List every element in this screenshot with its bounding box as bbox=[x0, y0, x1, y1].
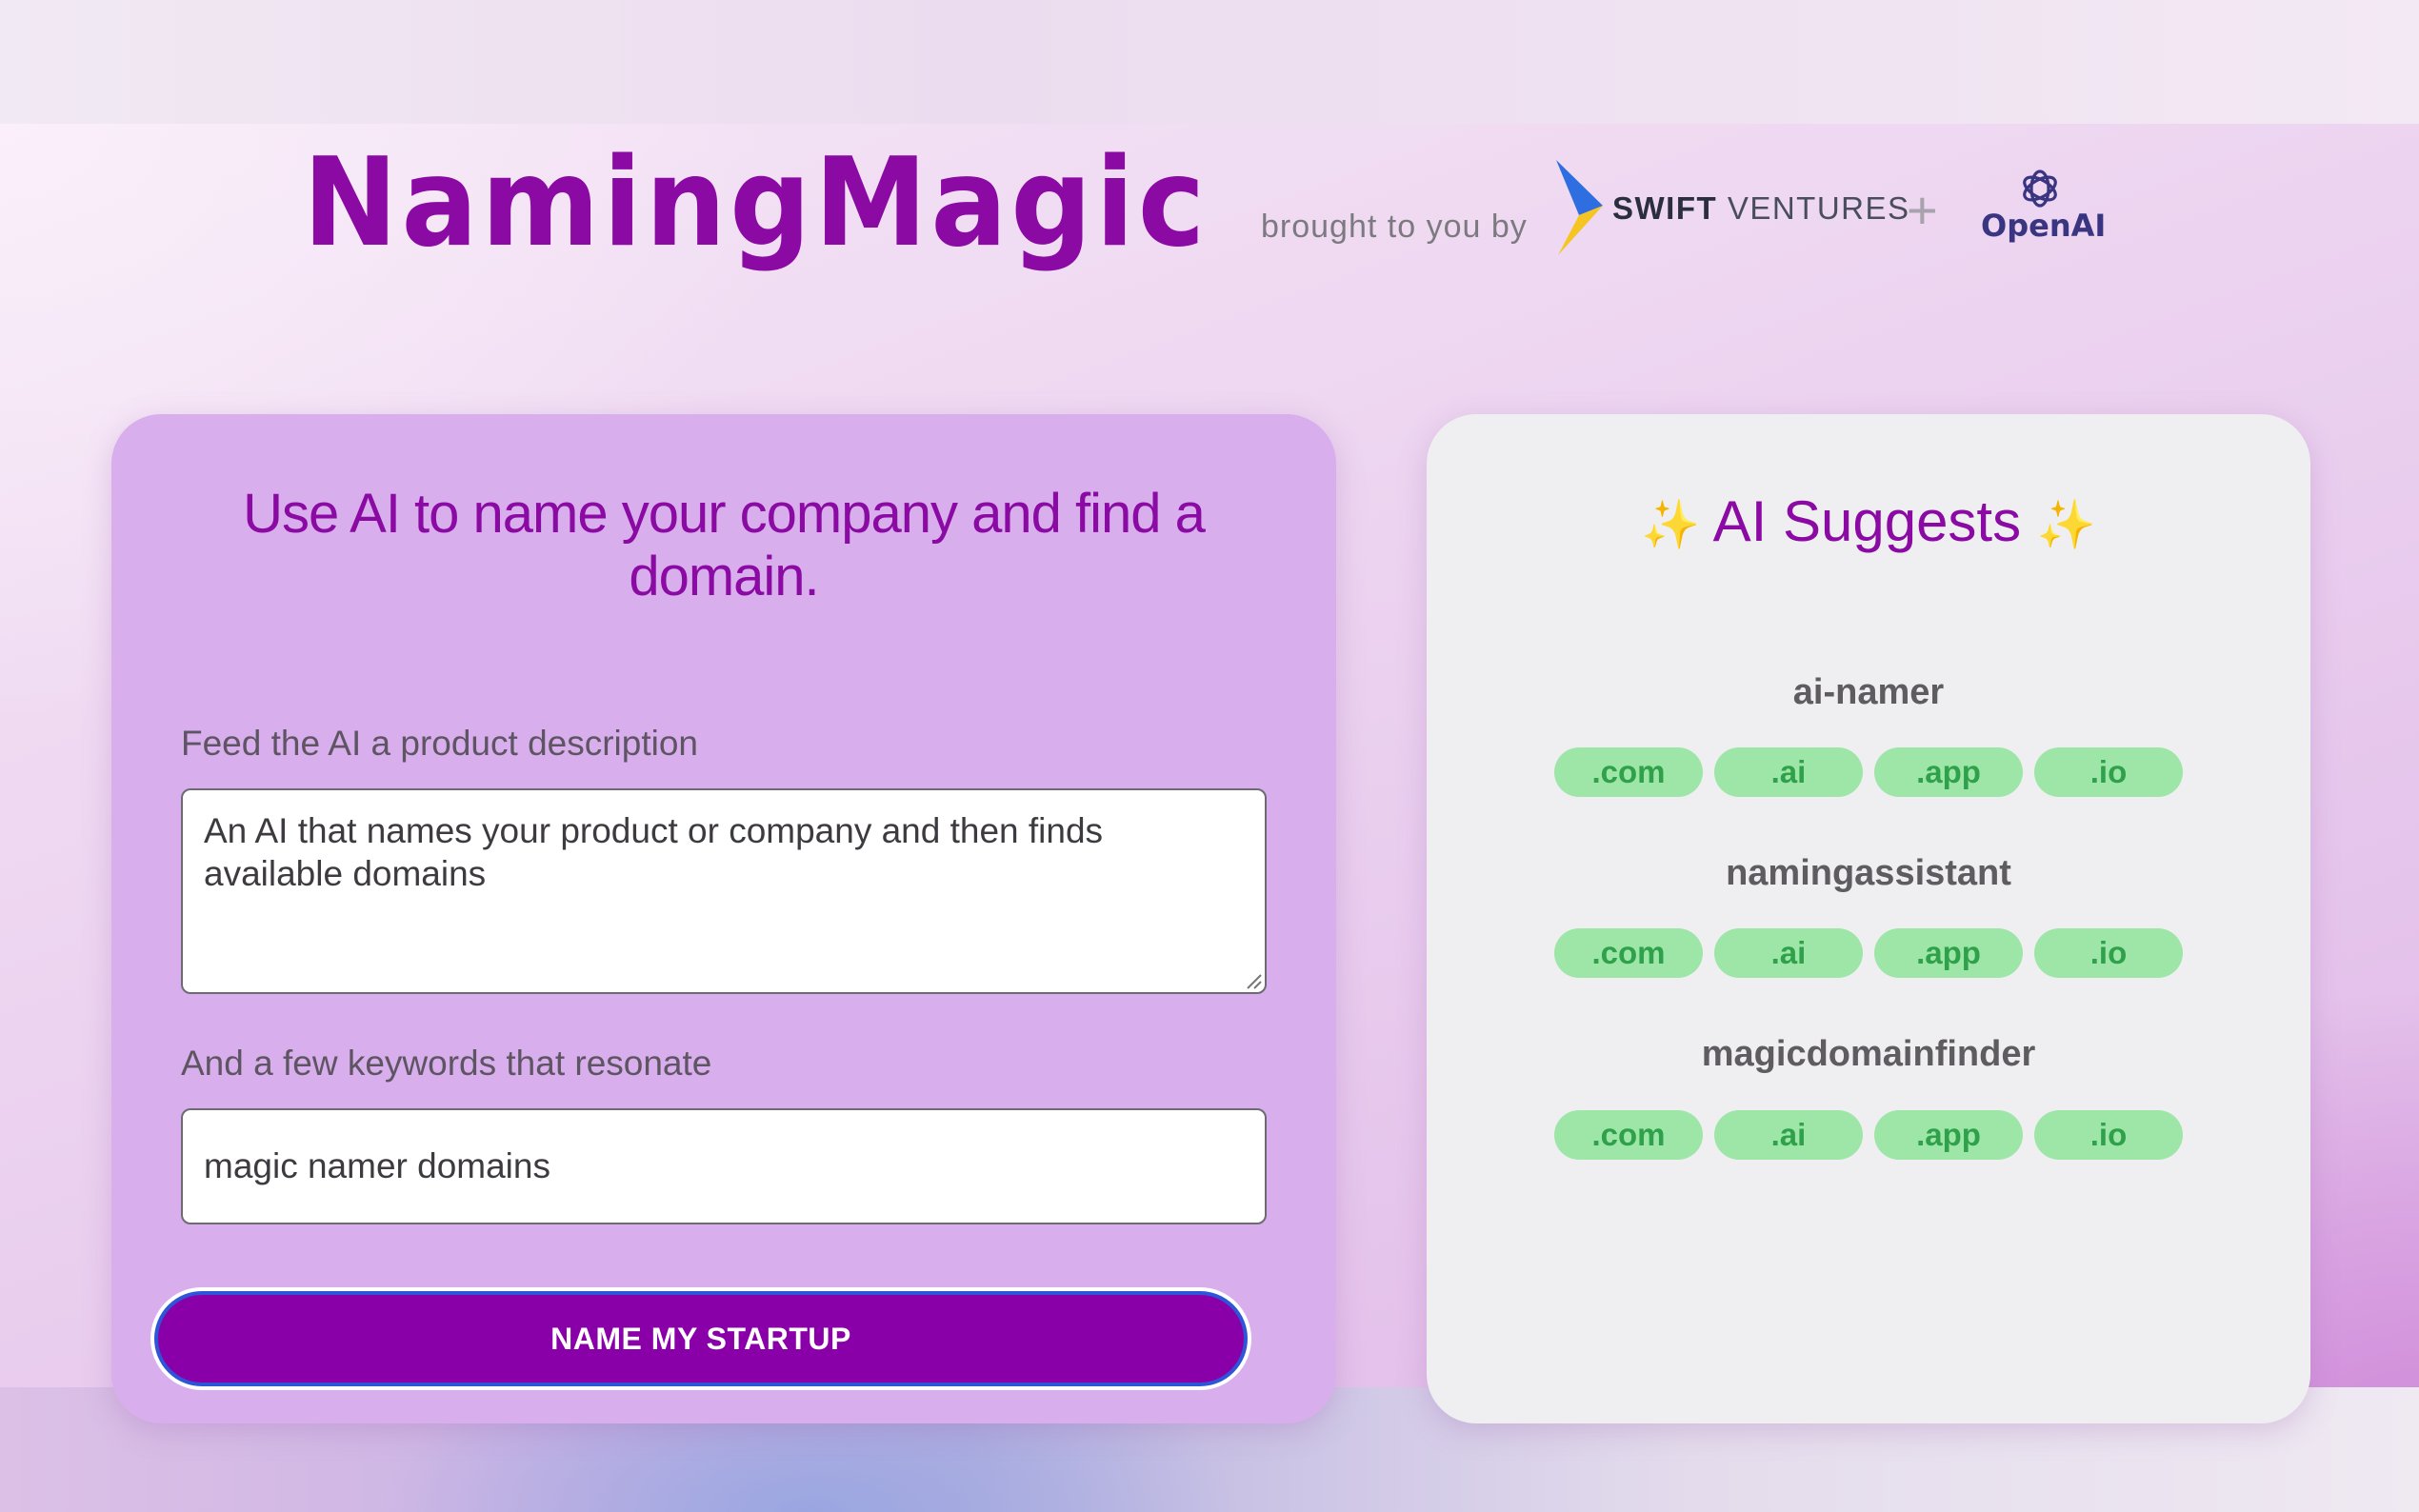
sparkles-icon: ✨ bbox=[1640, 498, 1701, 551]
swift-logo-bold: SWIFT bbox=[1612, 190, 1718, 226]
top-backdrop bbox=[0, 0, 2419, 124]
suggestion-name: namingassistant bbox=[1726, 853, 2011, 893]
tld-list: .com .ai .app .io bbox=[1554, 928, 2183, 978]
keywords-input[interactable] bbox=[181, 1108, 1267, 1224]
brand-logo[interactable]: NamingMagic bbox=[303, 143, 1209, 265]
name-my-startup-button[interactable]: NAME MY STARTUP bbox=[154, 1291, 1248, 1386]
byline-text: brought to you by bbox=[1261, 209, 1528, 245]
tld-chip-app[interactable]: .app bbox=[1874, 928, 2023, 978]
description-textarea[interactable]: An AI that names your product or company… bbox=[181, 788, 1267, 994]
tld-chip-app[interactable]: .app bbox=[1874, 1110, 2023, 1160]
tld-chip-io[interactable]: .io bbox=[2034, 1110, 2183, 1160]
openai-logo-icon bbox=[2023, 169, 2057, 208]
tld-list: .com .ai .app .io bbox=[1554, 747, 2183, 797]
resize-handle-icon[interactable] bbox=[1244, 971, 1263, 990]
tld-chip-com[interactable]: .com bbox=[1554, 928, 1703, 978]
swift-ventures-logo-icon bbox=[1556, 160, 1603, 255]
suggestion-name: magicdomainfinder bbox=[1701, 1034, 2036, 1074]
tld-chip-com[interactable]: .com bbox=[1554, 1110, 1703, 1160]
tld-chip-io[interactable]: .io bbox=[2034, 928, 2183, 978]
tld-chip-com[interactable]: .com bbox=[1554, 747, 1703, 797]
openai-logo[interactable]: OpenAI bbox=[1981, 208, 2106, 244]
plus-icon: + bbox=[1907, 180, 1938, 240]
sparkles-icon: ✨ bbox=[2036, 498, 2097, 551]
tld-list: .com .ai .app .io bbox=[1554, 1110, 2183, 1160]
suggestion-name: ai-namer bbox=[1792, 672, 1945, 712]
suggestions-card bbox=[1427, 414, 2310, 1423]
keywords-label: And a few keywords that resonate bbox=[181, 1044, 712, 1083]
tld-chip-ai[interactable]: .ai bbox=[1714, 1110, 1863, 1160]
swift-ventures-logo[interactable]: SWIFT VENTURES bbox=[1612, 190, 1910, 227]
tld-chip-ai[interactable]: .ai bbox=[1714, 928, 1863, 978]
suggestions-heading: ✨ AI Suggests ✨ bbox=[1427, 484, 2310, 563]
tld-chip-io[interactable]: .io bbox=[2034, 747, 2183, 797]
tld-chip-app[interactable]: .app bbox=[1874, 747, 2023, 797]
tld-chip-ai[interactable]: .ai bbox=[1714, 747, 1863, 797]
suggestions-title: AI Suggests bbox=[1712, 489, 2022, 553]
description-label: Feed the AI a product description bbox=[181, 724, 699, 763]
swift-logo-rest: VENTURES bbox=[1717, 190, 1910, 226]
form-heading: Use AI to name your company and find a d… bbox=[243, 483, 1206, 607]
